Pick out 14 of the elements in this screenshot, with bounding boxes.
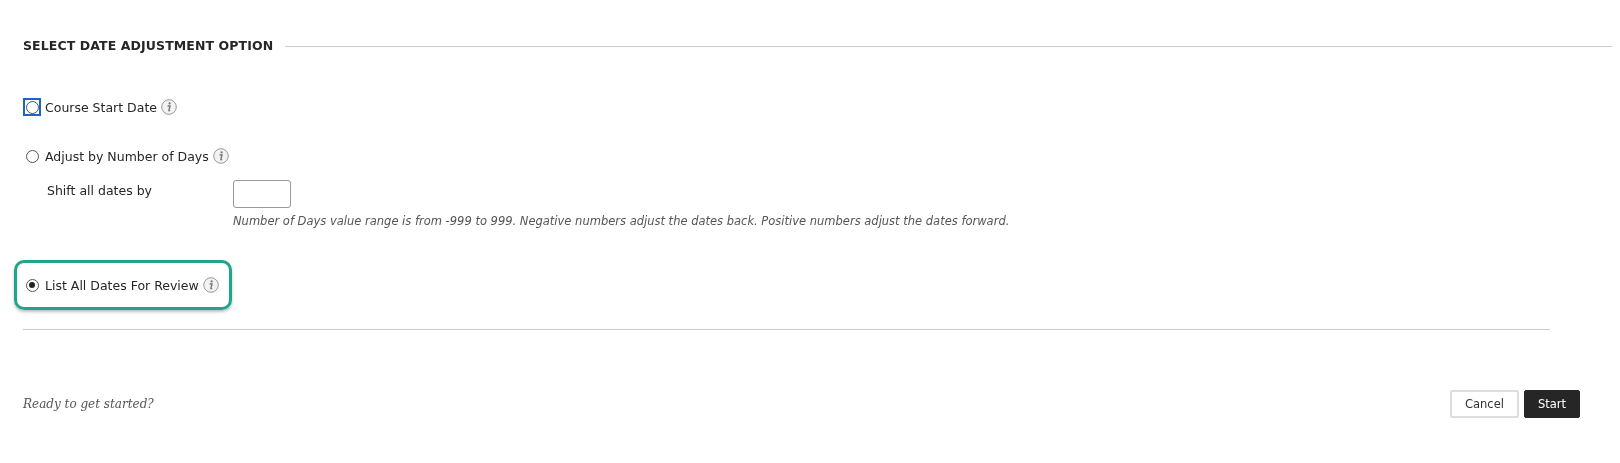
radio-button[interactable] [23, 98, 41, 116]
days-input[interactable] [233, 180, 291, 208]
hint-text: Number of Days value range is from -999 to 999. Negative numbers adjust the dates back. Positive numbers adjust the dates forward. [233, 214, 1010, 228]
info-icon[interactable] [212, 148, 229, 164]
field-label: Shift all dates by [47, 182, 153, 200]
section-heading: SELECT DATE ADJUSTMENT OPTION [23, 38, 274, 53]
start-button[interactable]: Start [1523, 390, 1580, 418]
cancel-button[interactable]: Cancel [1449, 390, 1519, 418]
prompt-text: Ready to get started? [23, 397, 154, 411]
info-icon[interactable] [202, 277, 219, 293]
option-label: List All Dates For Review [45, 277, 199, 293]
info-icon[interactable] [161, 99, 177, 115]
option-label: Course Start Date [45, 99, 157, 115]
option-label: Adjust by Number of Days [45, 148, 209, 164]
